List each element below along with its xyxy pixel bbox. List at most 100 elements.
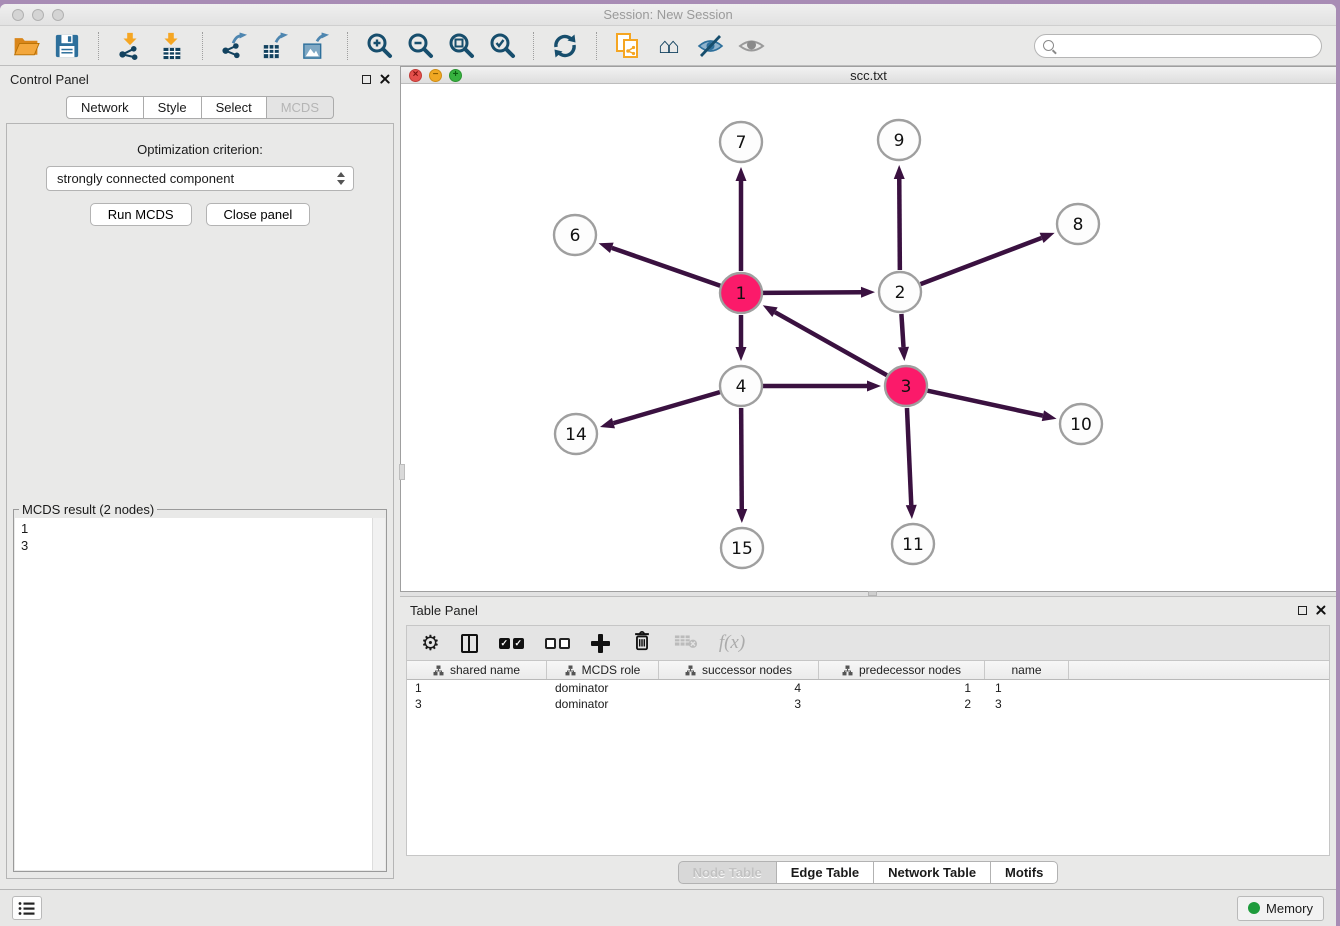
close-view-icon[interactable]: ×	[409, 69, 422, 82]
zoom-in-icon[interactable]	[363, 30, 395, 62]
graph-edge[interactable]	[763, 292, 861, 293]
graph-node-11[interactable]: 11	[892, 524, 934, 564]
table-cell[interactable]: 3	[985, 696, 1069, 712]
home-icon[interactable]: ⌂⌂	[653, 30, 685, 62]
table-row[interactable]: 1dominator411	[407, 680, 1329, 696]
toolbar-separator	[596, 32, 597, 60]
graph-edge[interactable]	[907, 408, 911, 505]
graph-node-3[interactable]: 3	[885, 366, 927, 406]
horizontal-splitter[interactable]	[400, 592, 1336, 596]
node-table[interactable]: shared name MCDS role successor nodes	[406, 661, 1330, 856]
export-image-icon[interactable]	[300, 30, 332, 62]
graph-node-15[interactable]: 15	[721, 528, 763, 568]
table-cell[interactable]: 4	[659, 680, 819, 696]
network-view-titlebar[interactable]: × − + scc.txt	[401, 67, 1336, 84]
show-columns-icon[interactable]	[461, 634, 478, 653]
column-header[interactable]: MCDS role	[547, 661, 659, 679]
show-eye-icon[interactable]	[735, 30, 767, 62]
search-field[interactable]	[1034, 34, 1322, 58]
graph-node-10[interactable]: 10	[1060, 404, 1102, 444]
graph-edge[interactable]	[899, 179, 900, 270]
tab-select[interactable]: Select	[202, 96, 267, 119]
svg-text:11: 11	[902, 535, 924, 555]
float-panel-icon[interactable]	[362, 75, 371, 84]
tab-motifs[interactable]: Motifs	[991, 861, 1058, 884]
tab-style[interactable]: Style	[144, 96, 202, 119]
close-panel-button[interactable]: Close panel	[206, 203, 311, 226]
graph-edge[interactable]	[901, 314, 903, 347]
result-line: 1	[21, 520, 366, 537]
unselect-all-columns-icon[interactable]	[545, 638, 570, 649]
network-canvas[interactable]: 7 9 6 8 1 2 4 3 14 10 15 11	[401, 84, 1336, 591]
zoom-fit-icon[interactable]	[445, 30, 477, 62]
table-cell[interactable]: 1	[985, 680, 1069, 696]
zoom-out-icon[interactable]	[404, 30, 436, 62]
tab-network-table[interactable]: Network Table	[874, 861, 991, 884]
minimize-view-icon[interactable]: −	[429, 69, 442, 82]
criterion-dropdown[interactable]: strongly connected component	[46, 166, 354, 191]
column-header[interactable]: name	[985, 661, 1069, 679]
column-header[interactable]: shared name	[407, 661, 547, 679]
export-table-icon[interactable]	[259, 30, 291, 62]
zoom-selected-icon[interactable]	[486, 30, 518, 62]
tab-network[interactable]: Network	[66, 96, 144, 119]
clone-network-icon[interactable]	[612, 30, 644, 62]
window-title: Session: New Session	[0, 7, 1336, 22]
select-all-columns-icon[interactable]: ✓✓	[499, 638, 524, 649]
table-cell[interactable]: 3	[407, 696, 547, 712]
graph-edge-arrow	[1042, 410, 1057, 421]
graph-node-14[interactable]: 14	[555, 414, 597, 454]
graph-edge[interactable]	[921, 238, 1042, 284]
hide-eye-icon[interactable]	[694, 30, 726, 62]
splitter-handle[interactable]	[868, 591, 877, 596]
tab-mcds[interactable]: MCDS	[267, 96, 334, 119]
column-header[interactable]: predecessor nodes	[819, 661, 985, 679]
maximize-view-icon[interactable]: +	[449, 69, 462, 82]
table-cell[interactable]: dominator	[547, 680, 659, 696]
graph-edge[interactable]	[775, 312, 887, 375]
table-cell[interactable]: 3	[659, 696, 819, 712]
table-cell[interactable]: 1	[407, 680, 547, 696]
import-network-icon[interactable]	[114, 30, 146, 62]
tab-node-table[interactable]: Node Table	[678, 861, 777, 884]
table-cell[interactable]: 1	[819, 680, 985, 696]
run-mcds-button[interactable]: Run MCDS	[90, 203, 192, 226]
result-scrollbar[interactable]	[372, 518, 385, 870]
graph-edge[interactable]	[612, 248, 720, 286]
graph-node-9[interactable]: 9	[878, 120, 920, 160]
table-settings-icon[interactable]: ⚙	[421, 631, 440, 656]
graph-node-6[interactable]: 6	[554, 215, 596, 255]
refresh-icon[interactable]	[549, 30, 581, 62]
svg-text:15: 15	[731, 539, 753, 559]
float-table-panel-icon[interactable]	[1298, 606, 1307, 615]
export-network-icon[interactable]	[218, 30, 250, 62]
graph-edge-arrow	[906, 505, 917, 519]
open-file-icon[interactable]	[10, 30, 42, 62]
mcds-result-list[interactable]: 13	[15, 518, 372, 870]
add-column-icon[interactable]	[591, 634, 610, 653]
graph-edge[interactable]	[927, 391, 1042, 416]
close-table-panel-icon[interactable]	[1316, 605, 1326, 615]
graph-node-1[interactable]: 1	[720, 273, 762, 313]
graph-node-8[interactable]: 8	[1057, 204, 1099, 244]
column-header[interactable]: successor nodes	[659, 661, 819, 679]
tab-edge-table[interactable]: Edge Table	[777, 861, 874, 884]
close-panel-icon[interactable]	[380, 74, 390, 84]
table-cell[interactable]: dominator	[547, 696, 659, 712]
table-cell[interactable]: 2	[819, 696, 985, 712]
graph-edge[interactable]	[741, 408, 742, 509]
graph-node-7[interactable]: 7	[720, 122, 762, 162]
task-history-button[interactable]	[12, 896, 42, 920]
panel-splitter-handle[interactable]	[399, 464, 405, 480]
memory-button[interactable]: Memory	[1237, 896, 1324, 921]
toolbar-separator	[98, 32, 99, 60]
search-input[interactable]	[1059, 37, 1321, 55]
graph-node-2[interactable]: 2	[879, 272, 921, 312]
import-table-icon[interactable]	[155, 30, 187, 62]
graph-edge[interactable]	[613, 392, 719, 423]
table-row[interactable]: 3dominator323	[407, 696, 1329, 712]
memory-status-icon	[1248, 902, 1260, 914]
graph-node-4[interactable]: 4	[720, 366, 762, 406]
delete-column-icon[interactable]	[631, 628, 653, 659]
save-session-icon[interactable]	[51, 30, 83, 62]
